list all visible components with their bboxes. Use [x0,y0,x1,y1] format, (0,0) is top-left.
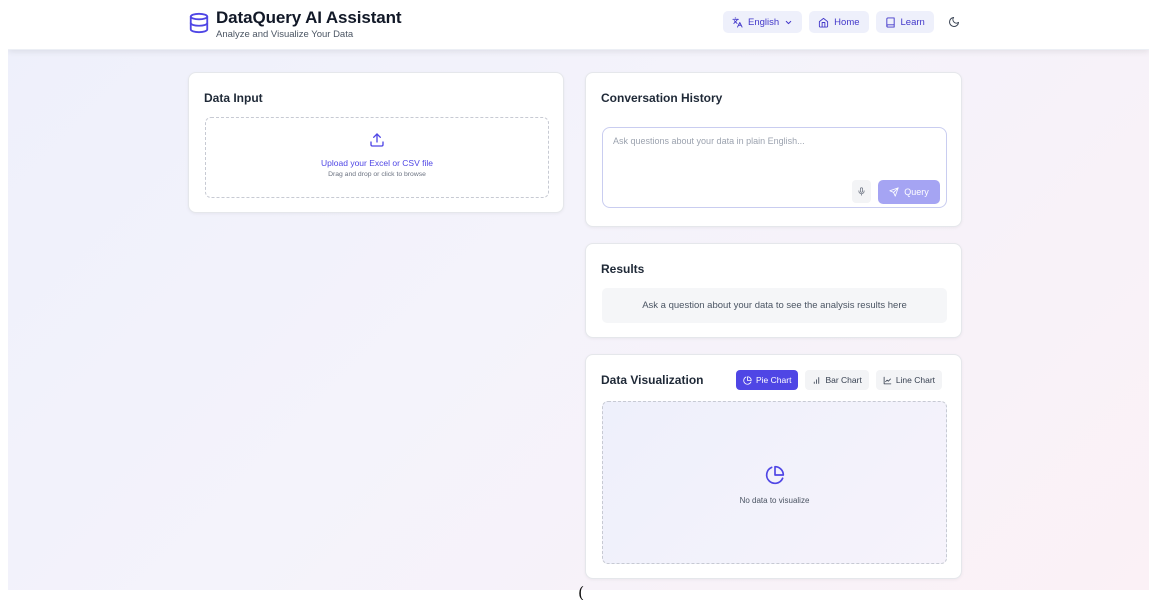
theme-toggle-button[interactable] [943,11,965,33]
app-subtitle: Analyze and Visualize Your Data [216,29,354,40]
tab-pie-chart-label: Pie Chart [756,375,792,385]
visualization-card: Data Visualization Pie Chart Bar Chart L… [585,354,962,579]
app-title: DataQuery AI Assistant [216,8,402,27]
visualization-empty-text: No data to visualize [739,496,810,505]
book-icon [885,16,895,28]
upload-subtitle: Drag and drop or click to browse [328,171,426,178]
conversation-card: Conversation History Query [585,72,962,227]
moon-icon [948,17,959,27]
language-button[interactable]: English [723,11,803,33]
query-button[interactable]: Query [878,180,940,204]
app-root: DataQuery AI Assistant Analyze and Visua… [8,0,1149,590]
home-label: Home [834,16,860,28]
home-button[interactable]: Home [809,11,869,33]
conversation-title: Conversation History [601,91,723,105]
pie-chart-icon [765,465,784,485]
stray-character: ( [578,583,585,600]
file-dropzone[interactable]: Upload your Excel or CSV file Drag and d… [205,117,549,198]
translate-icon [732,16,743,28]
query-label: Query [904,187,929,197]
data-input-card: Data Input Upload your Excel or CSV file… [188,72,564,213]
learn-button[interactable]: Learn [875,11,934,33]
chevron-down-icon [785,20,792,24]
mic-icon [858,187,865,196]
query-box: Query [602,127,947,208]
upload-icon [370,133,384,147]
home-icon [819,17,829,28]
learn-label: Learn [900,16,925,28]
send-icon [889,187,899,197]
header-nav: English Home Learn [723,11,965,33]
pie-chart-icon [743,375,752,385]
top-header: DataQuery AI Assistant Analyze and Visua… [8,0,1149,50]
visualization-area: No data to visualize [602,401,947,564]
database-icon [189,12,209,34]
line-chart-icon [883,376,892,384]
brand[interactable]: DataQuery AI Assistant Analyze and Visua… [188,8,402,41]
results-title: Results [601,262,645,276]
chart-type-tabs: Pie Chart Bar Chart Line Chart [736,370,949,390]
data-input-title: Data Input [204,91,263,105]
tab-pie-chart[interactable]: Pie Chart [736,370,799,390]
tab-line-chart[interactable]: Line Chart [875,370,943,390]
tab-bar-chart[interactable]: Bar Chart [805,370,869,390]
language-label: English [748,16,780,28]
mic-button[interactable] [852,180,871,203]
results-empty-state: Ask a question about your data to see th… [602,288,947,323]
upload-title: Upload your Excel or CSV file [321,158,433,168]
visualization-title: Data Visualization [601,373,704,387]
tab-line-chart-label: Line Chart [895,375,936,385]
tab-bar-chart-label: Bar Chart [825,375,862,385]
bar-chart-icon [814,376,820,384]
query-input[interactable] [613,136,933,166]
results-card: Results Ask a question about your data t… [585,243,962,338]
